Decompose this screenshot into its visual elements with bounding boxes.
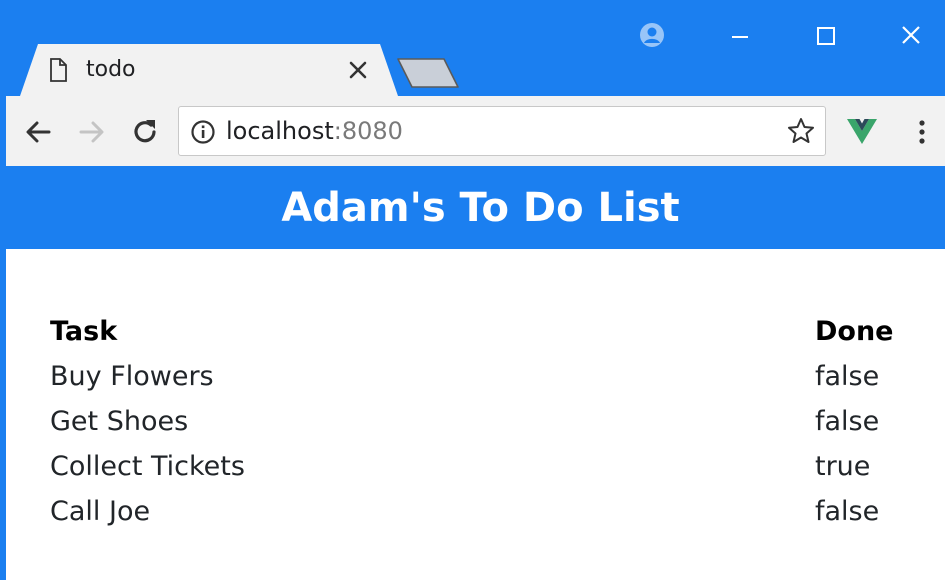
- page-title: Adam's To Do List: [281, 184, 680, 231]
- profile-icon[interactable]: [639, 22, 665, 48]
- url-host: localhost: [226, 117, 334, 145]
- done-cell: false: [815, 406, 880, 437]
- tab-todo[interactable]: [20, 44, 398, 96]
- todo-table: Task Done Buy Flowers false Get Shoes fa…: [50, 308, 900, 534]
- table-header-row: Task Done: [50, 308, 900, 354]
- task-cell: Buy Flowers: [50, 361, 214, 392]
- done-cell: true: [815, 451, 871, 482]
- done-cell: false: [815, 361, 880, 392]
- url-text[interactable]: localhost:8080: [226, 114, 403, 148]
- table-row: Get Shoes false: [50, 399, 900, 444]
- task-cell: Get Shoes: [50, 406, 189, 437]
- tab-title: todo: [86, 57, 136, 82]
- column-header-done: Done: [815, 315, 894, 347]
- page-icon: [50, 58, 67, 82]
- close-window-icon[interactable]: [896, 20, 926, 50]
- url-port: :8080: [333, 117, 403, 145]
- star-icon[interactable]: [786, 116, 816, 146]
- app-header: Adam's To Do List: [0, 166, 945, 249]
- close-tab-icon[interactable]: [346, 58, 370, 82]
- vue-devtools-icon[interactable]: [846, 117, 878, 145]
- done-cell: false: [815, 496, 880, 527]
- window-border: [0, 0, 6, 580]
- browser-window: todo localhost:8080 Adam's To Do List Ta…: [0, 0, 945, 580]
- arrow-left-icon[interactable]: [22, 116, 54, 148]
- column-header-task: Task: [50, 315, 118, 347]
- table-row: Buy Flowers false: [50, 354, 900, 399]
- new-tab-button[interactable]: [396, 57, 460, 89]
- table-row: Collect Tickets true: [50, 444, 900, 489]
- arrow-right-icon[interactable]: [76, 116, 108, 148]
- reload-icon[interactable]: [128, 115, 162, 149]
- task-cell: Collect Tickets: [50, 451, 245, 482]
- table-row: Call Joe false: [50, 489, 900, 534]
- maximize-icon[interactable]: [812, 22, 840, 50]
- task-cell: Call Joe: [50, 496, 151, 527]
- kebab-menu-icon[interactable]: [912, 116, 932, 148]
- minimize-icon[interactable]: [726, 22, 754, 50]
- info-icon[interactable]: [190, 119, 216, 145]
